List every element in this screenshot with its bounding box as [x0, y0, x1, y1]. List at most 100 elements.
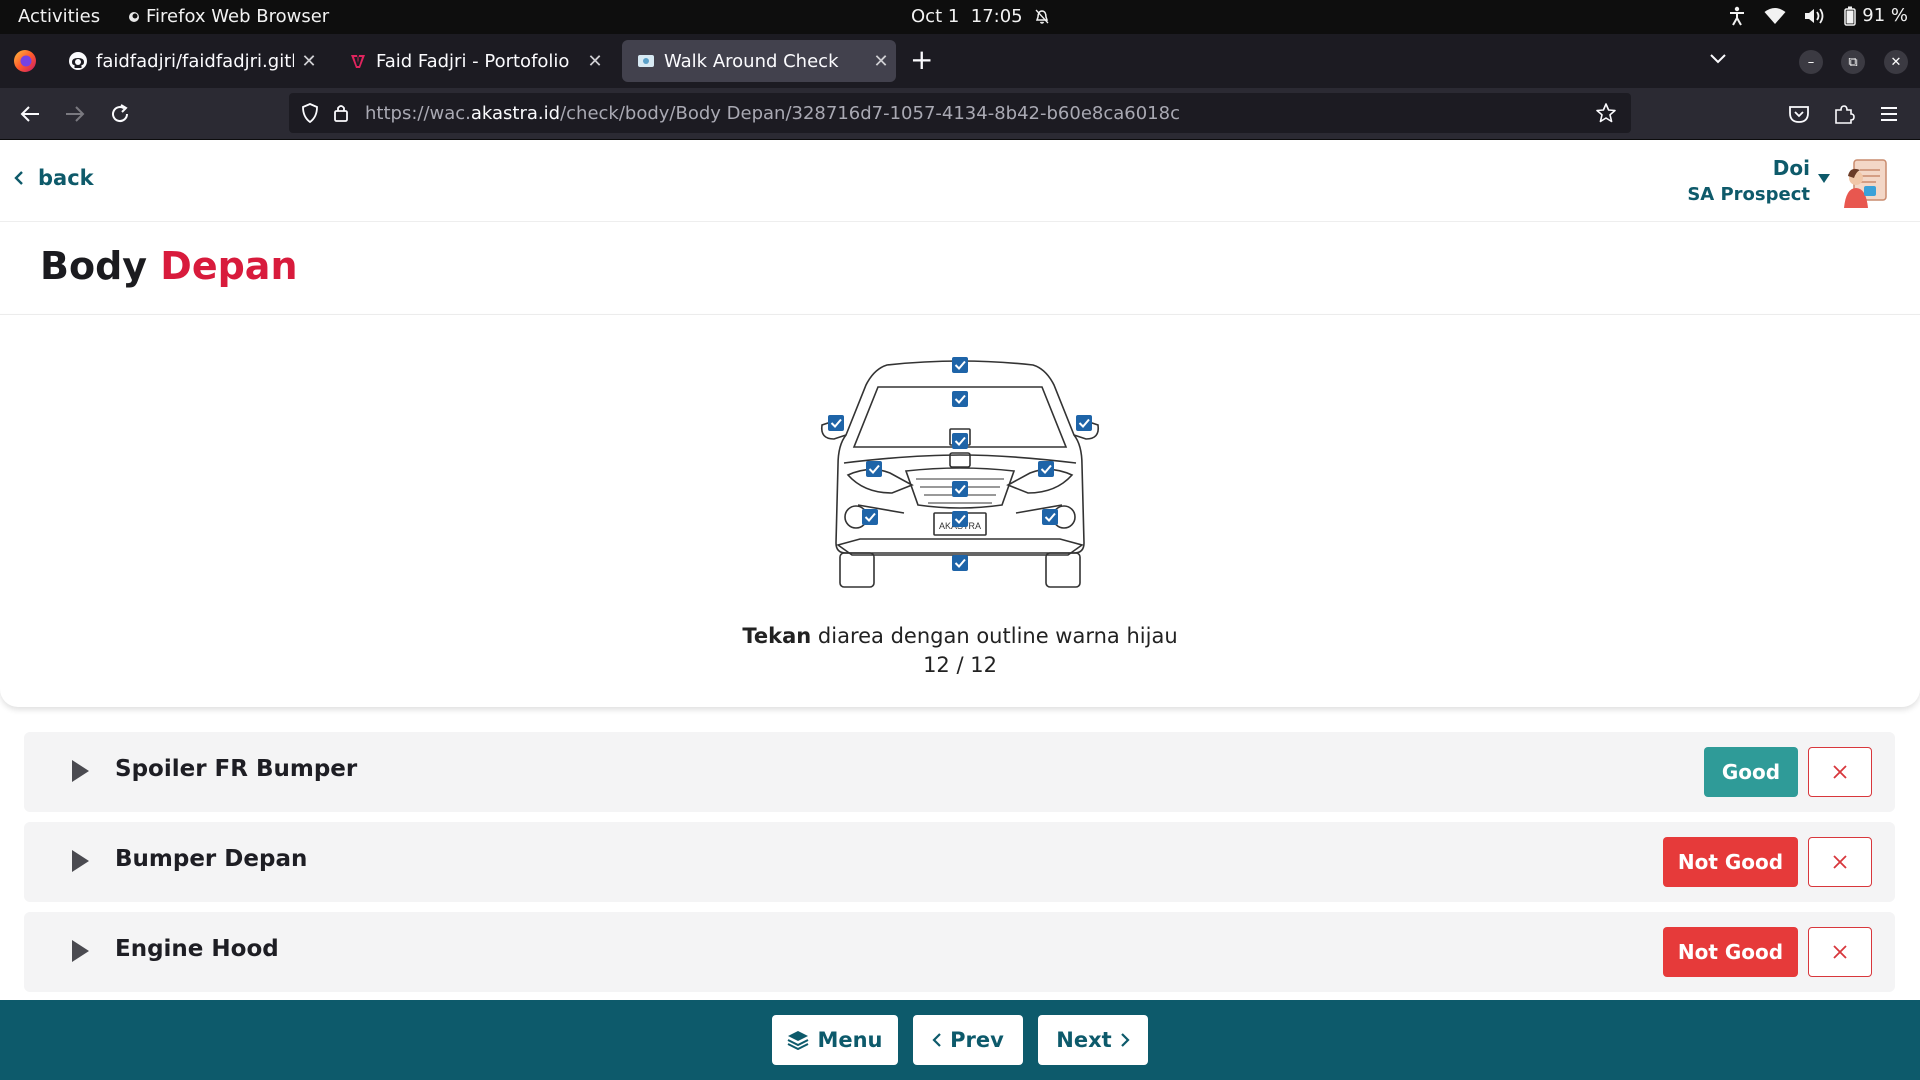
checked-area-marker[interactable]: [952, 357, 968, 373]
tab-github[interactable]: faidfadjri/faidfadjri.github ✕: [54, 40, 324, 82]
menu-button[interactable]: Menu: [772, 1015, 898, 1065]
inspection-item[interactable]: Spoiler FR Bumper Good: [24, 732, 1895, 812]
minimize-button[interactable]: –: [1799, 50, 1823, 74]
close-icon: [1833, 945, 1847, 959]
url-text: https://wac.akastra.id/check/body/Body D…: [365, 103, 1180, 124]
close-icon: [1833, 765, 1847, 779]
clear-status-button[interactable]: [1808, 747, 1872, 797]
battery-icon: [1844, 6, 1857, 26]
tab-walk-around-check[interactable]: Walk Around Check ✕: [622, 40, 896, 82]
alarm-bell-icon: [1035, 9, 1049, 24]
new-tab-button[interactable]: +: [910, 44, 933, 76]
extensions-puzzle-icon[interactable]: [1831, 101, 1857, 127]
wifi-icon: [1764, 7, 1786, 24]
avatar[interactable]: [1838, 156, 1892, 210]
app-header: back Doi SA Prospect: [0, 140, 1920, 222]
tab-title: faidfadjri/faidfadjri.github: [96, 50, 294, 72]
checked-area-marker[interactable]: [952, 391, 968, 407]
checked-area-marker[interactable]: [1038, 461, 1054, 477]
checked-area-marker[interactable]: [952, 481, 968, 497]
checked-area-marker[interactable]: [866, 461, 882, 477]
inspection-item[interactable]: Bumper Depan Not Good: [24, 822, 1895, 902]
page-title: Body Depan: [40, 244, 298, 288]
portfolio-icon: [351, 55, 365, 68]
browser-nav-bar: https://wac.akastra.id/check/body/Body D…: [0, 88, 1920, 140]
pocket-icon[interactable]: [1786, 101, 1812, 127]
close-icon: [1833, 855, 1847, 869]
car-front-diagram: AKASTRA: [820, 357, 1100, 588]
volume-icon: [1805, 7, 1824, 24]
tab-close-icon[interactable]: ✕: [580, 51, 610, 72]
checked-area-marker[interactable]: [952, 433, 968, 449]
expand-play-icon[interactable]: [70, 759, 90, 783]
instruction-text: Tekan diarea dengan outline warna hijau: [742, 624, 1178, 648]
checked-area-marker[interactable]: [862, 509, 878, 525]
checked-area-marker[interactable]: [952, 555, 968, 571]
tracking-shield-icon[interactable]: [301, 103, 319, 123]
bookmark-star-icon[interactable]: [1595, 102, 1617, 124]
layers-icon: [788, 1031, 809, 1050]
close-window-button[interactable]: ✕: [1884, 50, 1908, 74]
item-name: Spoiler FR Bumper: [115, 756, 358, 782]
hamburger-menu-icon[interactable]: [1876, 101, 1902, 127]
firefox-small-icon: [129, 11, 139, 22]
chevron-left-icon: [932, 1033, 941, 1047]
maximize-button[interactable]: ⧉: [1841, 50, 1865, 74]
checked-area-marker[interactable]: [1076, 415, 1092, 431]
clear-status-button[interactable]: [1808, 837, 1872, 887]
next-label: Next: [1056, 1028, 1112, 1052]
app-name: Firefox Web Browser: [146, 6, 330, 27]
back-link[interactable]: back: [14, 166, 94, 190]
item-name: Bumper Depan: [115, 846, 308, 872]
status-not-good-button[interactable]: Not Good: [1663, 837, 1798, 887]
checked-area-marker[interactable]: [952, 511, 968, 527]
car-diagram-card: AKASTRA Tekan diarea dengan outline warn…: [0, 315, 1920, 707]
back-arrow-icon[interactable]: [17, 101, 43, 127]
inspection-item[interactable]: Engine Hood Not Good: [24, 912, 1895, 992]
chevron-left-icon: [14, 171, 23, 185]
tab-close-icon[interactable]: ✕: [294, 51, 324, 72]
status-good-button[interactable]: Good: [1704, 747, 1798, 797]
prev-label: Prev: [950, 1028, 1004, 1052]
url-bar[interactable]: https://wac.akastra.id/check/body/Body D…: [289, 93, 1631, 133]
status-not-good-button[interactable]: Not Good: [1663, 927, 1798, 977]
tab-title: Faid Fadjri - Portofolio: [376, 50, 570, 72]
reload-icon[interactable]: [107, 101, 133, 127]
tab-portfolio[interactable]: Faid Fadjri - Portofolio ✕: [334, 40, 610, 82]
accessibility-icon: [1730, 6, 1745, 25]
system-tray[interactable]: 91 %: [1728, 5, 1908, 26]
tab-title: Walk Around Check: [664, 50, 839, 72]
checked-area-marker[interactable]: [828, 415, 844, 431]
expand-play-icon[interactable]: [70, 849, 90, 873]
item-name: Engine Hood: [115, 936, 279, 962]
user-info[interactable]: Doi SA Prospect: [1687, 156, 1810, 205]
clock[interactable]: Oct 1 17:05: [911, 6, 1049, 27]
activities-button[interactable]: Activities: [18, 6, 100, 27]
firefox-logo-icon[interactable]: [12, 48, 38, 74]
clear-status-button[interactable]: [1808, 927, 1872, 977]
expand-play-icon[interactable]: [70, 939, 90, 963]
system-top-bar: Activities Firefox Web Browser Oct 1 17:…: [0, 0, 1920, 34]
forward-arrow-icon[interactable]: [62, 101, 88, 127]
user-role: SA Prospect: [1687, 184, 1810, 205]
app-menu[interactable]: Firefox Web Browser: [128, 6, 329, 27]
progress-counter: 12 / 12: [923, 653, 997, 677]
github-icon: [69, 52, 87, 70]
list-all-tabs-chevron-icon[interactable]: [1708, 48, 1728, 68]
prev-button[interactable]: Prev: [913, 1015, 1023, 1065]
next-button[interactable]: Next: [1038, 1015, 1148, 1065]
checked-area-marker[interactable]: [1042, 509, 1058, 525]
chevron-right-icon: [1120, 1033, 1130, 1047]
lock-icon[interactable]: [333, 103, 349, 123]
clock-date-time: Oct 1 17:05: [911, 6, 1023, 27]
tab-close-icon[interactable]: ✕: [866, 51, 896, 72]
caret-down-icon[interactable]: [1818, 174, 1830, 184]
menu-label: Menu: [817, 1028, 883, 1052]
page-icon: [638, 55, 654, 67]
battery-percent: 91 %: [1862, 5, 1908, 26]
browser-tab-bar: faidfadjri/faidfadjri.github ✕ Faid Fadj…: [0, 34, 1920, 88]
bottom-navigation-bar: Menu Prev Next: [0, 1000, 1920, 1080]
back-label: back: [38, 166, 94, 190]
battery-indicator: 91 %: [1844, 5, 1908, 26]
user-name: Doi: [1772, 156, 1810, 180]
